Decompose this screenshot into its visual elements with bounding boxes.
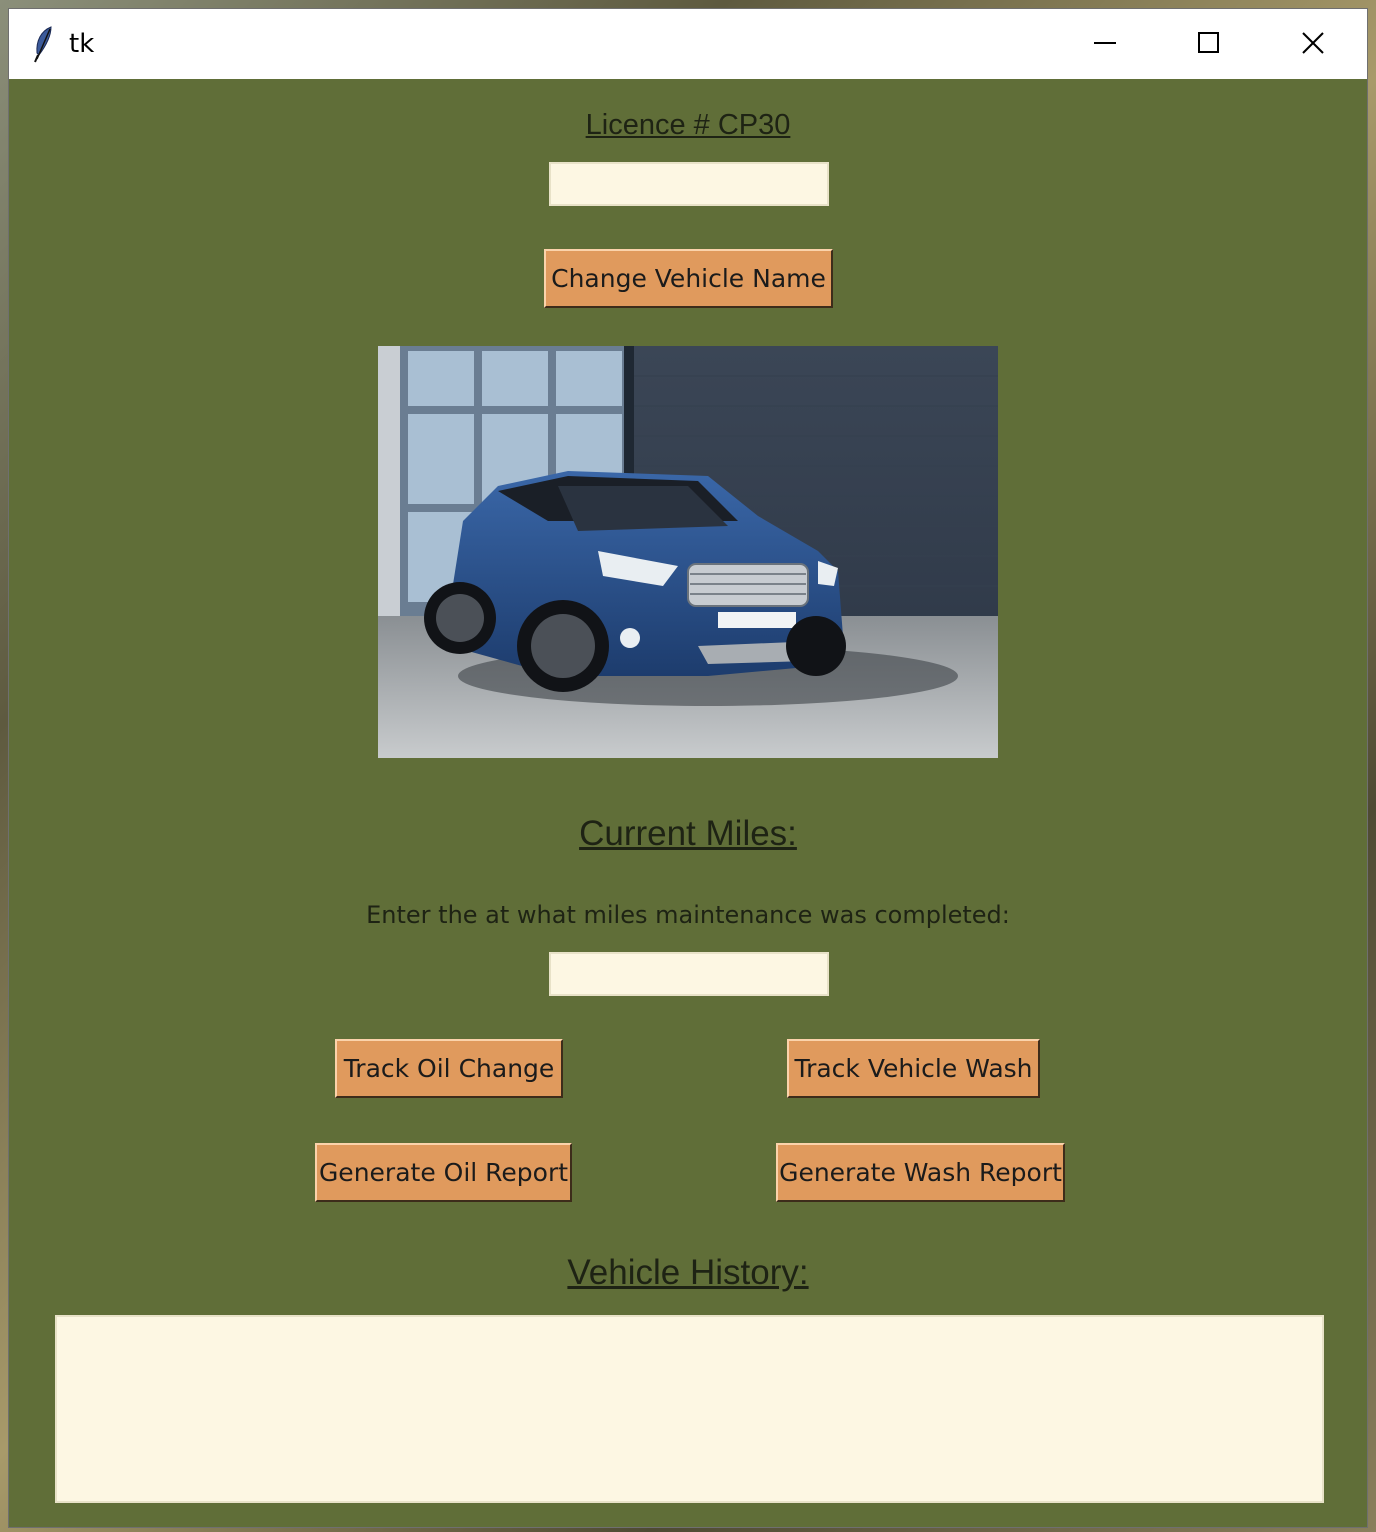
feather-icon [34,26,52,63]
licence-label: Licence # CP30 [585,109,791,141]
track-oil-change-button[interactable]: Track Oil Change [335,1039,563,1098]
main-content: Licence # CP30 Change Vehicle Name Curre… [9,79,1367,1527]
vehicle-name-input[interactable] [549,162,829,206]
change-vehicle-name-button[interactable]: Change Vehicle Name [544,249,833,308]
close-icon [1302,32,1324,54]
maximize-icon [1198,32,1219,53]
vehicle-history-label: Vehicle History: [567,1253,809,1292]
miles-prompt-label: Enter the at what miles maintenance was … [366,901,1010,929]
track-vehicle-wash-button[interactable]: Track Vehicle Wash [787,1039,1040,1098]
app-window: tk Licence # CP30 Change Vehicle Name Cu… [8,8,1368,1528]
generate-oil-report-button[interactable]: Generate Oil Report [315,1143,572,1202]
current-miles-label: Current Miles: [579,814,797,853]
miles-input[interactable] [549,952,829,996]
vehicle-history-textbox[interactable] [55,1315,1324,1503]
title-bar[interactable]: tk [9,9,1367,79]
window-title: tk [69,29,95,59]
maximize-button[interactable] [1157,9,1261,77]
minimize-button[interactable] [1053,9,1157,77]
close-button[interactable] [1261,9,1365,77]
minimize-icon [1094,42,1116,44]
generate-wash-report-button[interactable]: Generate Wash Report [776,1143,1065,1202]
vehicle-image [378,346,998,758]
